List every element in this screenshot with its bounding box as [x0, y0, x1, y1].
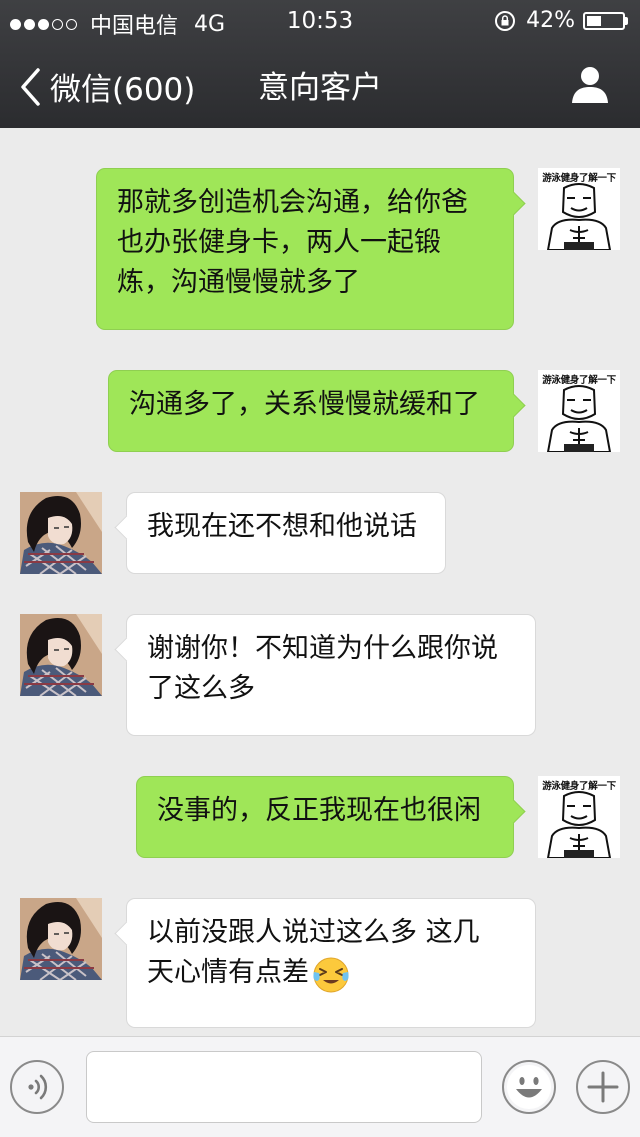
message-list[interactable]: 那就多创造机会沟通，给你爸 也办张健身卡，两人一起锻 炼，沟通慢慢就多了 游泳健身了解… — [0, 128, 640, 1036]
more-button[interactable] — [576, 1060, 630, 1114]
bubble-tail — [501, 799, 526, 824]
bubble-tail — [114, 921, 139, 946]
person-icon[interactable] — [570, 64, 610, 104]
message-text: 没事的，反正我现在也很闲 — [157, 795, 481, 826]
contact-avatar[interactable] — [20, 492, 102, 574]
received-message-bubble[interactable]: 以前没跟人说过这么多 这几 天心情有点差 — [114, 898, 536, 1028]
plus-icon — [587, 1071, 619, 1103]
message-text: 也办张健身卡，两人一起锻 — [117, 227, 441, 258]
self-avatar[interactable]: 游泳健身了解一下 — [538, 370, 620, 452]
muscle-meme-icon — [546, 183, 612, 250]
message-text: 沟通多了，关系慢慢就缓和了 — [129, 389, 480, 420]
message-text-line: 了这么多 — [147, 669, 515, 709]
bubble-tail — [114, 637, 139, 662]
nav-bar: 微信(600) 意向客户 — [0, 40, 640, 128]
self-avatar[interactable]: 游泳健身了解一下 — [538, 168, 620, 250]
message-text-line: 那就多创造机会沟通，给你爸 — [117, 183, 493, 223]
battery-icon — [583, 11, 628, 30]
message-text-line: 以前没跟人说过这么多 这几 — [147, 913, 515, 953]
battery-percent: 42% — [526, 8, 575, 33]
chat-title: 意向客户 — [258, 70, 382, 106]
emoji-button[interactable] — [502, 1060, 556, 1114]
received-message-bubble[interactable]: 谢谢你！不知道为什么跟你说 了这么多 — [114, 614, 536, 736]
message-text-line: 我现在还不想和他说话 — [147, 507, 425, 547]
message-text-line: 谢谢你！不知道为什么跟你说 — [147, 629, 515, 669]
contact-avatar[interactable] — [20, 898, 102, 980]
sent-message-bubble[interactable]: 那就多创造机会沟通，给你爸 也办张健身卡，两人一起锻 炼，沟通慢慢就多了 — [96, 168, 526, 330]
self-avatar[interactable]: 游泳健身了解一下 — [538, 776, 620, 858]
message-text: 以前没跟人说过这么多 这几 — [147, 917, 480, 948]
bubble-tail — [501, 393, 526, 418]
contact-avatar[interactable] — [20, 614, 102, 696]
message-text: 天心情有点差 — [147, 957, 309, 988]
received-message-bubble[interactable]: 我现在还不想和他说话 — [114, 492, 446, 574]
message-input[interactable] — [86, 1051, 482, 1123]
message-text-line: 炼，沟通慢慢就多了 — [117, 263, 493, 303]
muscle-meme-icon — [546, 791, 612, 858]
bubble-tail — [114, 515, 139, 540]
message-text-line: 也办张健身卡，两人一起锻 — [117, 223, 493, 263]
rotation-lock-icon — [495, 10, 516, 31]
message-text-line: 沟通多了，关系慢慢就缓和了 — [129, 385, 493, 425]
message-text: 谢谢你！不知道为什么跟你说 — [147, 633, 498, 664]
status-bar: 中国电信 4G 10:53 42% — [0, 0, 640, 40]
sent-message-bubble[interactable]: 没事的，反正我现在也很闲 — [136, 776, 526, 858]
message-text-line: 没事的，反正我现在也很闲 — [157, 791, 493, 831]
crying-laughing-face-icon — [313, 957, 349, 992]
sent-message-bubble[interactable]: 沟通多了，关系慢慢就缓和了 — [108, 370, 526, 452]
smiley-icon — [507, 1065, 551, 1109]
message-text: 我现在还不想和他说话 — [147, 511, 417, 542]
top-bar: 中国电信 4G 10:53 42% 微信(600) 意向客户 — [0, 0, 640, 128]
input-bar — [0, 1036, 640, 1137]
voice-icon — [28, 1074, 48, 1100]
voice-button[interactable] — [10, 1060, 64, 1114]
bubble-tail — [501, 191, 526, 216]
message-text: 了这么多 — [147, 673, 255, 704]
message-text: 那就多创造机会沟通，给你爸 — [117, 187, 468, 218]
message-text: 炼，沟通慢慢就多了 — [117, 267, 360, 298]
message-text-line: 天心情有点差 — [147, 953, 515, 994]
muscle-meme-icon — [546, 385, 612, 452]
